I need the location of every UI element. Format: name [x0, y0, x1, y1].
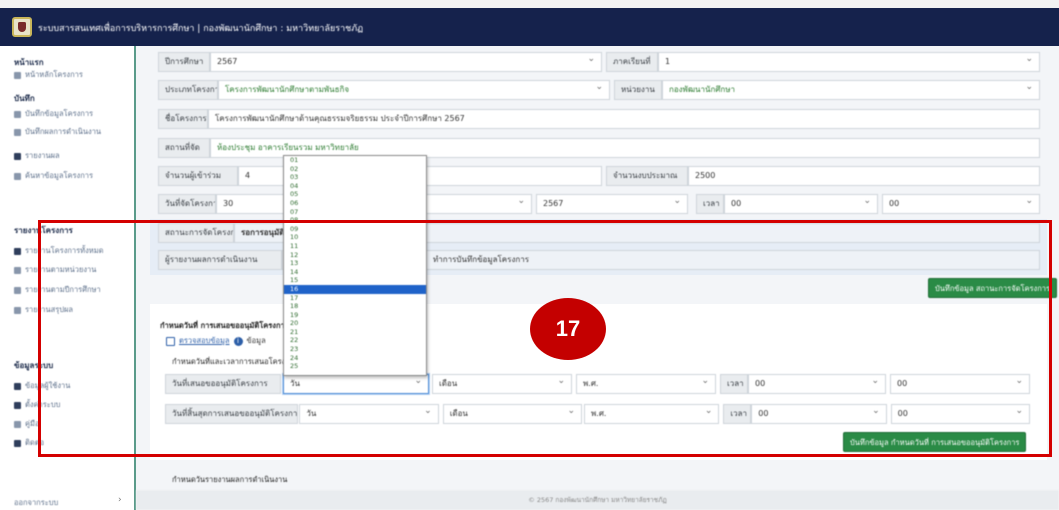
gear-icon [14, 401, 21, 409]
chart-icon [14, 306, 21, 314]
type-unit-row: ประเภทโครงการ โครงการพัฒนานักศึกษาตามพัน… [158, 80, 1040, 100]
report-date-heading: กำหนดวันรายงานผลการดำเนินงาน [172, 475, 288, 484]
year-select[interactable]: 2567 [210, 52, 602, 72]
day-option[interactable]: 03 [284, 173, 426, 182]
year-term-row: ปีการศึกษา 2567 ภาคเรียนที่ 1 [158, 52, 1040, 72]
budget-label: จำนวนงบประมาณ [606, 166, 688, 186]
footer: © 2567 กองพัฒนานักศึกษา มหาวิทยาลัยราชภั… [136, 490, 1059, 510]
app-header: ระบบสารสนเทศเพื่อการบริหารการศึกษา | กอง… [0, 8, 1059, 46]
term-label: ภาคเรียนที่ [606, 52, 658, 72]
project-hour-select[interactable]: 00 [724, 194, 878, 214]
participants-label: จำนวนผู้เข้าร่วม [158, 166, 238, 186]
sidebar-heading-home: หน้าแรก [14, 58, 44, 67]
sidebar-item-search[interactable]: ค้นหาข้อมูลโครงการ [14, 170, 93, 182]
report-icon [14, 247, 21, 255]
app-title: ระบบสารสนเทศเพื่อการบริหารการศึกษา | กอง… [38, 24, 364, 34]
project-year-select[interactable]: 2567 [536, 194, 688, 214]
budget-input[interactable]: 2500 [688, 166, 1040, 186]
place-label: สถานที่จัด [158, 138, 210, 158]
project-type-label: ประเภทโครงการ [158, 80, 218, 100]
day-option[interactable]: 02 [284, 165, 426, 174]
project-name-label: ชื่อโครงการ [158, 109, 208, 129]
project-type-select[interactable]: โครงการพัฒนานักศึกษาตามพันธกิจ [218, 80, 610, 100]
university-logo[interactable] [12, 17, 32, 37]
building-icon [14, 266, 21, 274]
home-icon [14, 71, 21, 79]
day-option[interactable]: 06 [284, 199, 426, 208]
browser-top-strip [0, 0, 1059, 8]
project-minute-select[interactable]: 00 [882, 194, 1040, 214]
project-name-row: ชื่อโครงการ โครงการพัฒนานักศึกษาด้านคุณธ… [158, 109, 1040, 129]
day-option[interactable]: 04 [284, 182, 426, 191]
calendar-icon [14, 286, 21, 294]
project-time-label: เวลา [696, 194, 724, 214]
step-number-badge: 17 [530, 298, 606, 360]
chevron-right-icon: › [118, 495, 122, 505]
day-option[interactable]: 05 [284, 190, 426, 199]
term-select[interactable]: 1 [658, 52, 1040, 72]
logout-link[interactable]: ออกจากระบบ [14, 497, 58, 509]
day-option[interactable]: 01 [284, 156, 426, 165]
day-option[interactable]: 07 [284, 208, 426, 217]
project-date-label: วันที่จัดโครงการ [158, 194, 216, 214]
list-icon [14, 128, 21, 136]
sidebar-heading-record: บันทึก [14, 94, 35, 103]
flag-icon [14, 152, 21, 160]
sidebar-item-manual[interactable]: คู่มือ [14, 418, 39, 430]
book-icon [14, 420, 21, 428]
unit-label: หน่วยงาน [614, 80, 662, 100]
sidebar-item-record-project[interactable]: บันทึกข้อมูลโครงการ [14, 108, 93, 120]
sidebar-item-record-result[interactable]: บันทึกผลการดำเนินงาน [14, 126, 101, 138]
user-icon [14, 382, 21, 390]
year-label: ปีการศึกษา [158, 52, 210, 72]
sidebar-item-report[interactable]: รายงานผล [14, 150, 60, 162]
search-icon [14, 172, 21, 180]
phone-icon [14, 439, 21, 447]
unit-select[interactable]: กองพัฒนานักศึกษา [662, 80, 1040, 100]
sidebar-item-project-home[interactable]: หน้าหลักโครงการ [14, 69, 83, 81]
document-icon [14, 110, 21, 118]
project-name-input[interactable]: โครงการพัฒนานักศึกษาด้านคุณธรรมจริยธรรม … [208, 109, 1040, 129]
